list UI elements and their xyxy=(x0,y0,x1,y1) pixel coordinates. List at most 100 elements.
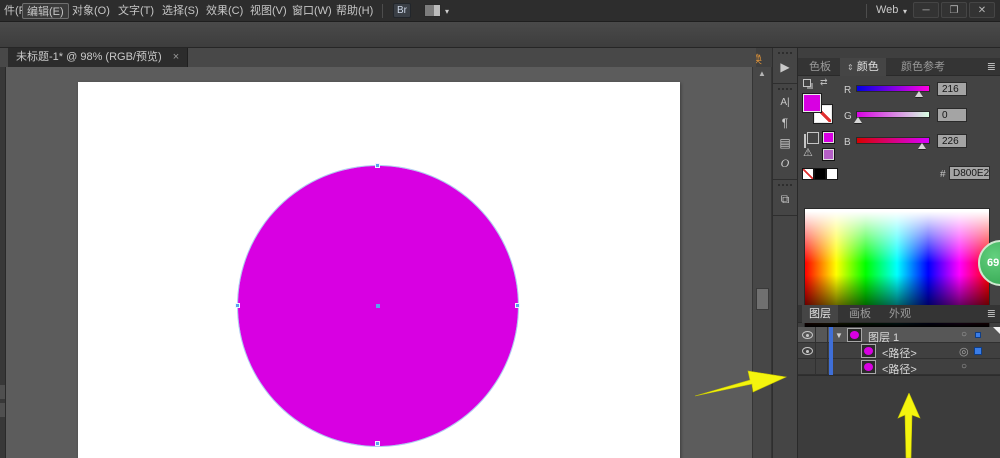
layer-color-bar xyxy=(829,327,833,343)
dock-section: A| ¶ ▤ O xyxy=(773,84,797,180)
tab-color-label: 颜色 xyxy=(857,61,879,73)
menu-object[interactable]: 对象(O) xyxy=(68,3,114,19)
swap-fill-stroke-icon[interactable]: ⇄ xyxy=(820,77,828,88)
layer-color-bar xyxy=(829,343,833,359)
none-swatch[interactable] xyxy=(802,168,814,180)
divider xyxy=(866,4,867,18)
out-of-web-warning-icon[interactable]: ⚠ xyxy=(803,146,813,159)
bridge-button[interactable]: Br xyxy=(393,3,411,18)
layers-panel-header: 图层 画板 外观 ≣ xyxy=(798,305,1000,323)
white-swatch[interactable] xyxy=(826,168,838,180)
control-bar: ▾ ▾ 描边: ▲ ▼ ▾ ▾ 基本 ▾ 不透明度: 100% ▾ 样式: ▾ … xyxy=(0,22,1000,48)
arrange-documents-icon[interactable] xyxy=(424,4,441,17)
hex-input[interactable]: D800E2 xyxy=(949,166,990,180)
expand-panels-icon[interactable]: ▶ xyxy=(773,57,797,77)
tabs-panel-icon[interactable]: ▤ xyxy=(773,133,797,153)
value-g[interactable]: 0 xyxy=(937,108,967,122)
center-point[interactable] xyxy=(376,304,380,308)
paragraph-panel-icon[interactable]: ¶ xyxy=(773,113,797,133)
anchor-left[interactable] xyxy=(235,303,240,308)
tab-swatches[interactable]: 色板 xyxy=(802,58,838,76)
collapse-icon: ⇕ xyxy=(847,63,854,72)
gamut-color-swatch[interactable] xyxy=(822,131,835,144)
fill-indicator[interactable] xyxy=(802,93,822,113)
transform-panel-icon[interactable]: ⧉ xyxy=(773,189,797,209)
workspace-switcher[interactable]: Web xyxy=(876,4,898,16)
color-panel-header: 色板 ⇕ 颜色 颜色参考 ≣ xyxy=(798,58,1000,76)
divider xyxy=(815,359,816,375)
black-swatch[interactable] xyxy=(814,168,826,180)
divider xyxy=(815,327,816,343)
menu-type[interactable]: 文字(T) xyxy=(114,3,158,19)
menu-help[interactable]: 帮助(H) xyxy=(332,3,377,19)
web-safe-swatch[interactable] xyxy=(822,148,835,161)
opentype-panel-icon[interactable]: O xyxy=(773,153,797,173)
channel-b-label: B xyxy=(844,137,851,148)
path-row[interactable]: <路径> ○ xyxy=(798,359,1000,375)
layer-row[interactable]: ▼ 图层 1 ○ xyxy=(798,327,1000,343)
tool-slot[interactable] xyxy=(0,385,5,399)
scrollbar-thumb[interactable] xyxy=(756,288,769,310)
scroll-up-icon[interactable]: ▲ xyxy=(758,69,766,78)
divider xyxy=(815,343,816,359)
expand-triangle-icon[interactable]: ▼ xyxy=(835,331,843,340)
tab-color-guide[interactable]: 颜色参考 xyxy=(894,58,952,76)
divider xyxy=(827,359,828,375)
target-circle-icon[interactable]: ○ xyxy=(961,361,967,372)
menu-effect[interactable]: 效果(C) xyxy=(202,3,247,19)
slider-g[interactable] xyxy=(856,111,930,118)
tab-appearance[interactable]: 外观 xyxy=(882,305,918,323)
divider xyxy=(827,327,828,343)
target-circle-icon[interactable]: ○ xyxy=(961,329,967,340)
canvas[interactable] xyxy=(6,67,752,458)
chevron-down-icon[interactable]: ▾ xyxy=(445,7,449,16)
selection-indicator[interactable] xyxy=(974,347,982,355)
layer-thumbnail[interactable] xyxy=(847,328,862,342)
gripper[interactable] xyxy=(778,184,792,186)
visibility-eye-icon[interactable] xyxy=(802,331,813,339)
dock-section: ▶ xyxy=(773,48,797,84)
dock-section: ⧉ xyxy=(773,180,797,216)
slider-b-handle[interactable] xyxy=(918,143,926,149)
fill-stroke-mini-icon[interactable] xyxy=(803,79,811,87)
path-thumbnail[interactable] xyxy=(861,344,876,358)
divider xyxy=(382,4,383,18)
illustrator-window: 件(F) 编辑(E) 对象(O) 文字(T) 选择(S) 效果(C) 视图(V)… xyxy=(0,0,1000,458)
minimize-button[interactable]: ─ xyxy=(913,2,939,18)
panel-menu-icon[interactable]: ≣ xyxy=(987,60,996,73)
tool-slot[interactable] xyxy=(0,403,5,417)
document-tab[interactable]: 未标题-1* @ 98% (RGB/预览) × xyxy=(8,48,188,67)
menu-view[interactable]: 视图(V) xyxy=(246,3,291,19)
gripper[interactable] xyxy=(778,52,792,54)
menu-edit[interactable]: 编辑(E) xyxy=(22,3,69,19)
slider-g-handle[interactable] xyxy=(854,117,862,123)
channel-r-label: R xyxy=(844,85,851,96)
chevron-down-icon[interactable]: ▾ xyxy=(903,7,907,16)
path-row[interactable]: <路径> ◎ xyxy=(798,343,1000,359)
menu-window[interactable]: 窗口(W) xyxy=(288,3,336,19)
value-b[interactable]: 226 xyxy=(937,134,967,148)
target-circle-active-icon[interactable]: ◎ xyxy=(959,345,969,358)
restore-button[interactable]: ❐ xyxy=(941,2,967,18)
close-button[interactable]: ✕ xyxy=(969,2,995,18)
tab-color[interactable]: ⇕ 颜色 xyxy=(840,58,886,76)
gripper[interactable] xyxy=(778,88,792,90)
anchor-right[interactable] xyxy=(515,303,520,308)
anchor-bottom[interactable] xyxy=(375,441,380,446)
path-thumbnail[interactable] xyxy=(861,360,876,374)
anchor-top[interactable] xyxy=(375,163,380,168)
document-tab-bar: 未标题-1* @ 98% (RGB/预览) × xyxy=(0,48,756,67)
panel-menu-icon[interactable]: ≣ xyxy=(987,307,996,320)
color-panel-body: ⇄ ⚠ R 216 G 0 B 226 # D800E2 xyxy=(798,76,1000,305)
value-r[interactable]: 216 xyxy=(937,82,967,96)
selection-indicator[interactable] xyxy=(975,332,981,338)
slider-r-handle[interactable] xyxy=(915,91,923,97)
divider xyxy=(827,343,828,359)
tab-layers[interactable]: 图层 xyxy=(802,305,838,323)
character-panel-icon[interactable]: A| xyxy=(773,93,797,113)
annotation-arrow-right xyxy=(693,364,793,400)
tab-close-icon[interactable]: × xyxy=(173,51,179,63)
menu-select[interactable]: 选择(S) xyxy=(158,3,203,19)
tab-artboards[interactable]: 画板 xyxy=(842,305,878,323)
visibility-eye-icon[interactable] xyxy=(802,347,813,355)
